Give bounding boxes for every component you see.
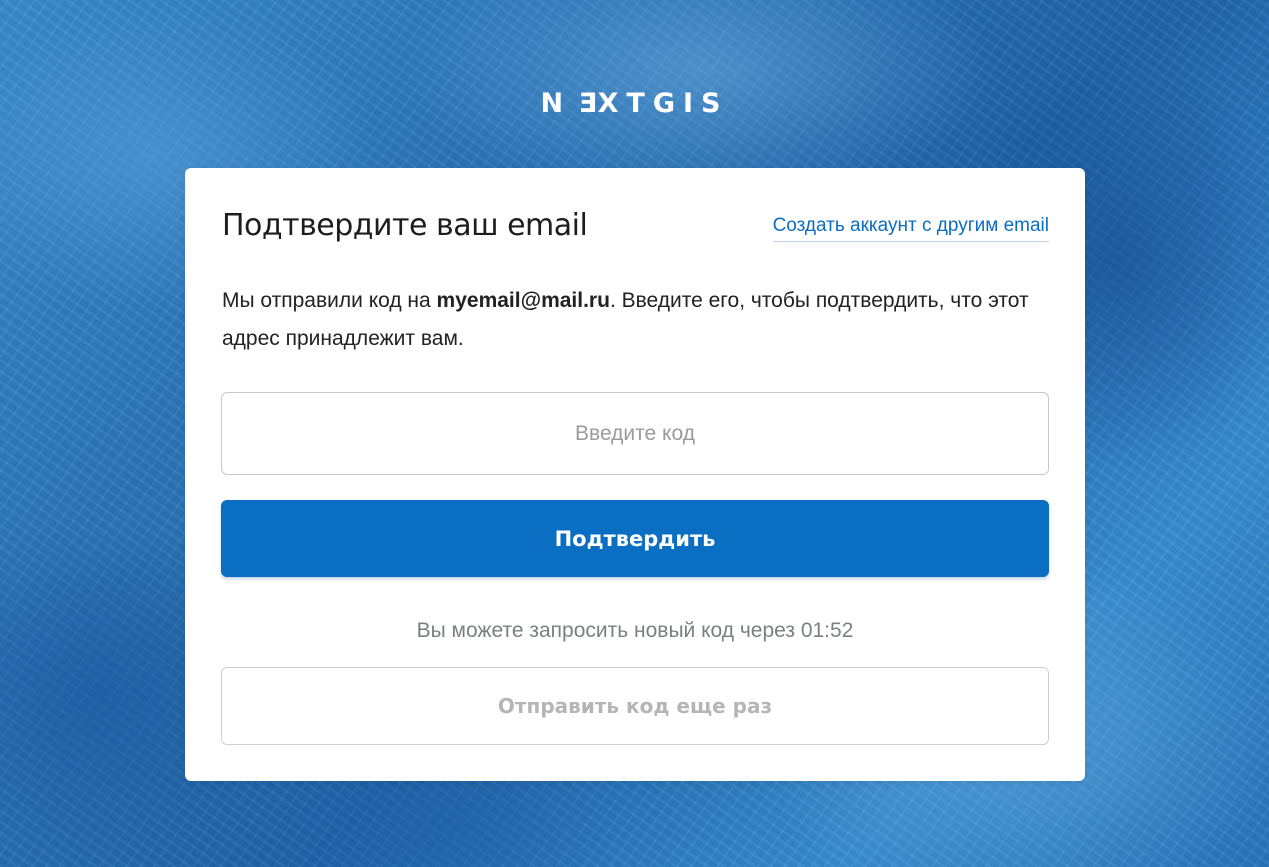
page-title: Подтвердите ваш email: [222, 208, 588, 243]
resend-code-button[interactable]: Отправить код еще раз: [221, 667, 1049, 745]
code-input[interactable]: [221, 392, 1049, 475]
message-prefix: Мы отправили код на: [222, 289, 437, 312]
resend-timer-hint: Вы можете запросить новый код через 01:5…: [221, 617, 1049, 645]
logo-text-start: N: [540, 88, 572, 119]
confirmation-message: Мы отправили код на myemail@mail.ru. Вве…: [222, 282, 1062, 358]
logo-text-end: XTGIS: [597, 88, 729, 119]
nextgis-logo: NEXTGIS: [0, 88, 1269, 120]
email-confirmation-card: Подтвердите ваш email Создать аккаунт с …: [185, 168, 1085, 781]
create-account-other-email-link[interactable]: Создать аккаунт с другим email: [772, 214, 1049, 242]
confirm-button[interactable]: Подтвердить: [221, 500, 1049, 577]
resend-countdown: 01:52: [800, 619, 854, 642]
logo-mirrored-e: E: [571, 88, 598, 119]
email-address: myemail@mail.ru: [436, 289, 610, 312]
resend-hint-text: Вы можете запросить новый код через: [416, 619, 801, 642]
